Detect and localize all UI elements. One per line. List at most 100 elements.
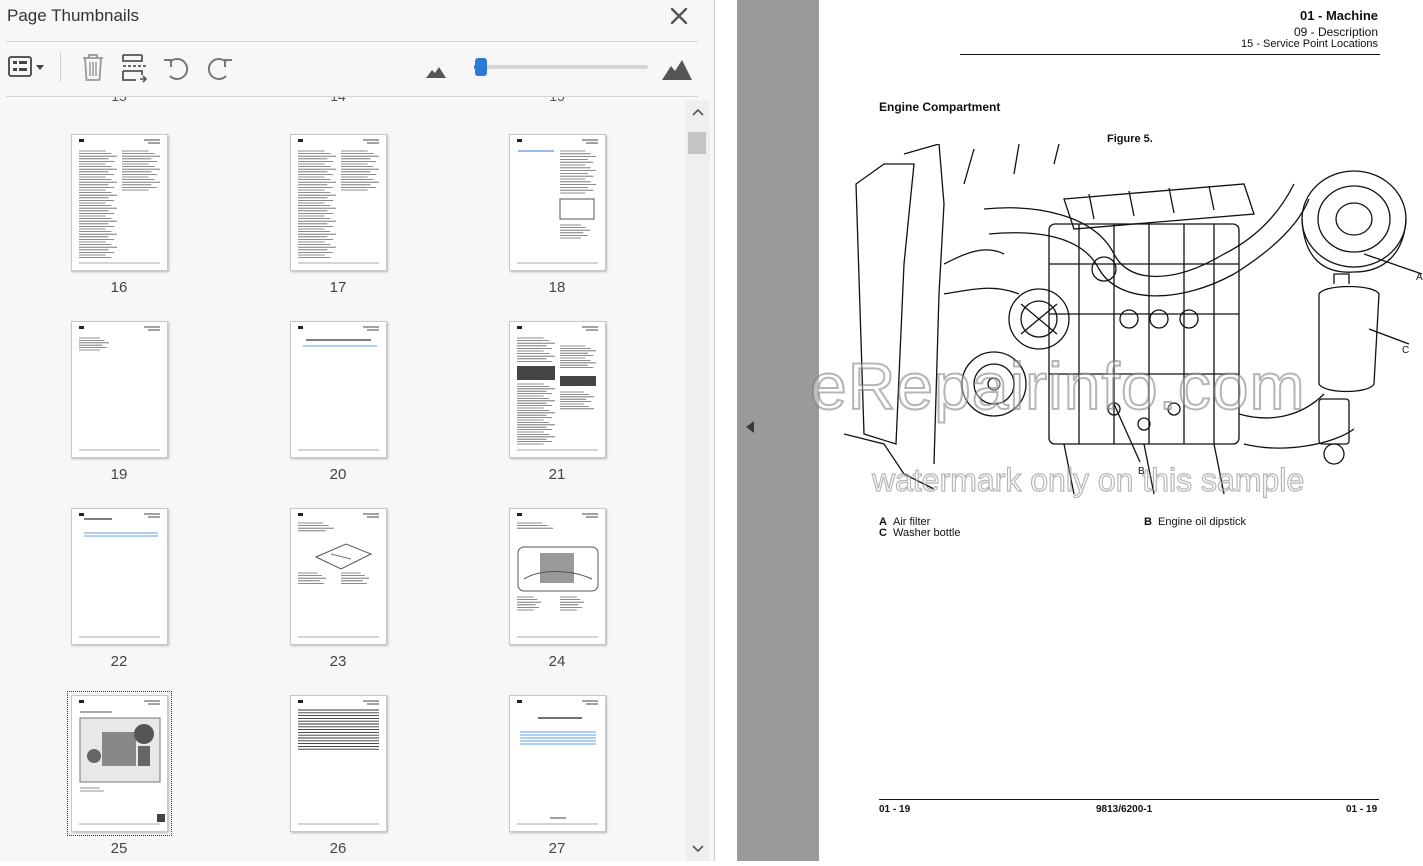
thumbnail-frame [509, 321, 606, 458]
thumbnail-number: 16 [110, 279, 128, 296]
thumbnail-scrollbar[interactable] [686, 100, 710, 861]
document-page: 01 - Machine 09 - Description 15 - Servi… [809, 0, 1423, 861]
engine-compartment-figure: A C B [844, 144, 1423, 495]
thumbnail-page-23[interactable]: 23 [248, 508, 428, 695]
mountain-large-icon [662, 60, 692, 80]
scrollbar-thumb[interactable] [688, 132, 706, 154]
zoom-out-thumbnails-button[interactable] [420, 50, 454, 84]
toolbar-separator [60, 52, 61, 82]
thumbnail-page-25[interactable]: 25 [29, 691, 209, 861]
thumbnail-page-18[interactable]: 18 [467, 134, 647, 321]
thumbnail-page-16[interactable]: 16 [29, 134, 209, 321]
delete-pages-button[interactable] [76, 50, 110, 84]
thumbnail-preview-image [517, 139, 598, 264]
thumbnail-page-26[interactable]: 26 [248, 695, 428, 861]
footer-page-left: 01 - 19 [879, 804, 911, 815]
thumbnail-preview-image [298, 513, 379, 638]
thumbnail-options-icon [8, 56, 44, 77]
close-icon [670, 7, 688, 25]
thumbnail-frame [290, 695, 387, 832]
thumbnail-preview-image [517, 513, 599, 638]
pane-divider[interactable] [737, 0, 819, 861]
close-panel-button[interactable] [666, 3, 692, 29]
panel-header-divider [6, 41, 698, 42]
thumbnail-number: 23 [329, 653, 347, 670]
thumbnail-frame [71, 321, 168, 458]
thumbnail-frame [71, 508, 168, 645]
thumbnail-number: 14 [318, 97, 358, 104]
mountain-small-icon [426, 67, 446, 78]
thumbnail-page-24[interactable]: 24 [467, 508, 647, 695]
thumbnail-grid[interactable]: 15 14 15 16 17 18 19 20 21 22 23 24 25 26 27 [0, 97, 686, 861]
scroll-down-button[interactable] [686, 839, 710, 859]
section-heading: Engine Compartment [879, 100, 1001, 114]
thumbnail-page-22[interactable]: 22 [29, 508, 209, 695]
page-header-subsection: 09 - Description [1293, 25, 1378, 39]
thumbnail-number: 15 [99, 97, 139, 104]
footer-page-right: 01 - 19 [1346, 804, 1378, 815]
thumbnail-number: 15 [537, 97, 577, 104]
thumbnail-number: 27 [548, 840, 566, 857]
thumbnail-page-21[interactable]: 21 [467, 321, 647, 508]
thumbnail-options-button[interactable] [5, 50, 49, 84]
thumbnail-number: 22 [110, 653, 128, 670]
legend-key: B [1144, 516, 1152, 528]
thumbnail-number: 17 [329, 279, 347, 296]
legend-key: C [879, 527, 887, 539]
thumbnail-number: 24 [548, 653, 566, 670]
thumbnail-preview-image [298, 139, 379, 264]
thumbnail-frame [290, 134, 387, 271]
watermark-sub: watermark only on this sample [871, 461, 1305, 498]
legend-item-b: B Engine oil dipstick [1144, 516, 1246, 528]
rotate-counterclockwise-button[interactable] [160, 50, 194, 84]
thumbnail-preview-image [79, 513, 160, 638]
footer-doc-number: 9813/6200-1 [1096, 804, 1153, 815]
thumbnail-preview-image [79, 139, 160, 264]
legend-item-c: C Washer bottle [879, 527, 960, 539]
legend-text: Washer bottle [893, 527, 961, 539]
chevron-down-icon [692, 845, 704, 853]
zoom-in-thumbnails-button[interactable] [660, 50, 694, 84]
callout-a: A [1416, 272, 1423, 283]
collapse-panel-button[interactable] [737, 415, 765, 439]
triangle-left-icon [746, 421, 754, 433]
page-thumbnails-panel: Page Thumbnails 16 17 18 19 20 21 22 23 … [0, 0, 715, 861]
legend-text: Engine oil dipstick [1158, 516, 1247, 528]
thumbnail-page-19[interactable]: 19 [29, 321, 209, 508]
thumbnail-page-17[interactable]: 17 [248, 134, 428, 321]
rotate-counterclockwise-icon [164, 58, 189, 80]
panel-title: Page Thumbnails [7, 6, 139, 25]
thumbnail-number: 20 [329, 466, 347, 483]
thumbnail-number: 25 [110, 840, 128, 857]
thumbnail-frame [290, 508, 387, 645]
rotate-clockwise-button[interactable] [202, 50, 236, 84]
page-header-section: 01 - Machine [1299, 8, 1378, 23]
thumbnail-page-20[interactable]: 20 [248, 321, 428, 508]
partial-row: 15 14 15 [0, 97, 686, 104]
thumbnail-frame [71, 134, 168, 271]
thumbnail-preview-image [298, 700, 379, 825]
callout-c: C [1402, 345, 1409, 356]
thumbnail-number: 26 [329, 840, 347, 857]
thumbnail-frame [290, 321, 387, 458]
extract-pages-button[interactable] [118, 50, 152, 84]
rotate-clockwise-icon [207, 58, 232, 80]
thumbnail-number: 19 [110, 466, 128, 483]
thumbnail-frame [509, 134, 606, 271]
header-rule [960, 54, 1380, 55]
thumbnail-toolbar [0, 44, 712, 94]
thumbnail-frame [509, 508, 606, 645]
thumbnail-preview-image [79, 326, 160, 451]
thumbnail-number: 18 [548, 279, 566, 296]
thumbnail-preview-image [79, 700, 165, 825]
scroll-up-button[interactable] [686, 102, 710, 122]
thumbnail-size-slider[interactable] [474, 58, 648, 76]
thumbnail-page-27[interactable]: 27 [467, 695, 647, 861]
watermark-main: eRepairinfo.com [809, 348, 1306, 424]
thumbnail-frame [509, 695, 606, 832]
slider-handle[interactable] [475, 58, 488, 76]
thumbnail-number: 21 [548, 466, 566, 483]
thumbnail-frame [67, 691, 172, 836]
extract-pages-icon [122, 54, 148, 83]
thumbnail-preview-image [298, 326, 379, 451]
